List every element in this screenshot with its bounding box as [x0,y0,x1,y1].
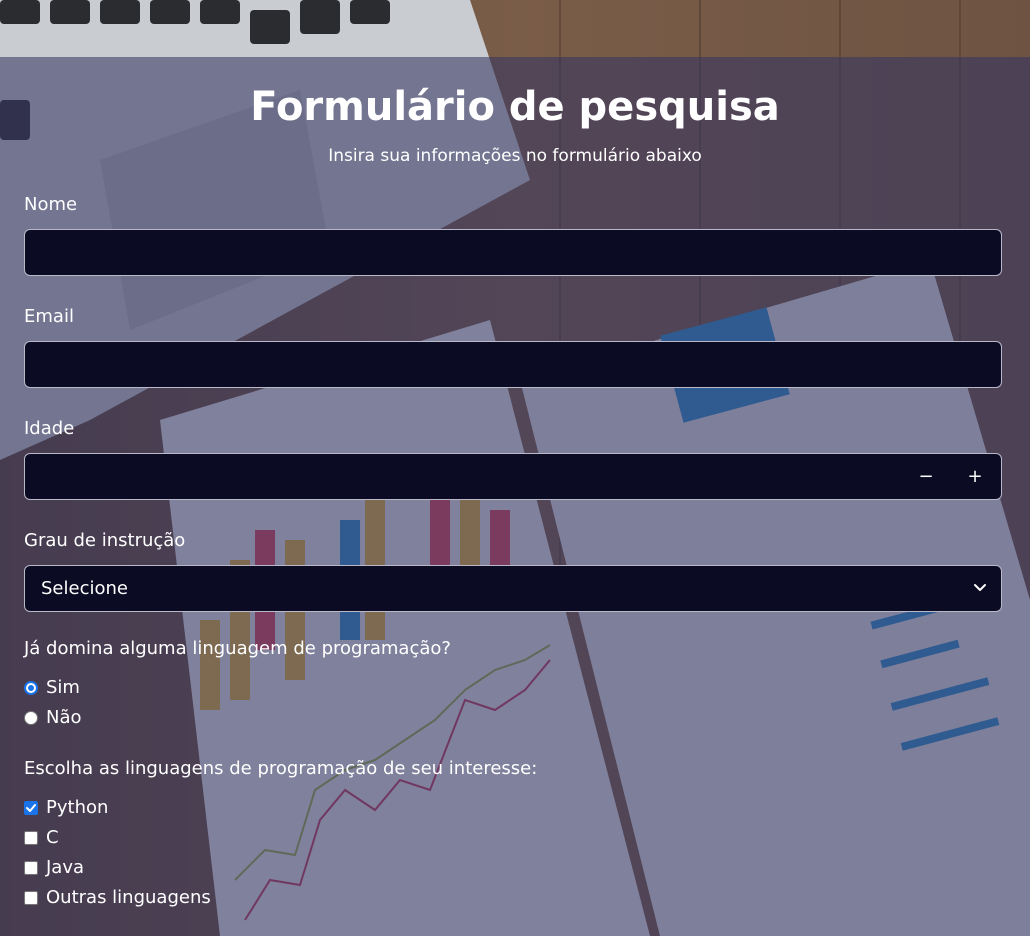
checkbox-python[interactable] [24,801,38,815]
survey-form: Formulário de pesquisa Insira sua inform… [0,57,1030,936]
checkbox-option-c[interactable]: C [24,826,59,850]
name-label: Nome [24,194,78,215]
name-input[interactable] [24,229,1002,276]
radio-nao-label: Não [46,707,82,728]
radio-option-sim[interactable]: Sim [24,676,80,700]
checkbox-python-label: Python [46,797,109,818]
page-subtitle: Insira sua informações no formulário aba… [328,146,702,166]
programming-question: Já domina alguma linguagem de programaçã… [24,638,451,659]
checkbox-option-python[interactable]: Python [24,796,108,820]
languages-question: Escolha as linguagens de programação de … [24,758,538,779]
checkmark-icon [26,804,36,812]
radio-option-nao[interactable]: Não [24,706,82,730]
checkbox-c[interactable] [24,831,38,845]
checkbox-java-label: Java [46,857,85,878]
email-input[interactable] [24,341,1002,388]
age-input[interactable]: − + [24,453,1002,500]
email-label: Email [24,306,74,327]
checkbox-java[interactable] [24,861,38,875]
page-title: Formulário de pesquisa [250,84,780,130]
age-label: Idade [24,418,75,439]
radio-sim-label: Sim [46,677,80,698]
education-select[interactable]: Selecione [24,565,1002,612]
radio-nao[interactable] [24,711,38,725]
age-decrement-button[interactable]: − [914,465,938,489]
checkbox-outras[interactable] [24,891,38,905]
chevron-down-icon [974,584,986,591]
education-selected-value: Selecione [41,578,128,599]
education-label: Grau de instrução [24,530,186,551]
checkbox-option-outras[interactable]: Outras linguagens [24,886,211,910]
checkbox-c-label: C [46,827,59,848]
radio-sim[interactable] [24,681,38,695]
checkbox-option-java[interactable]: Java [24,856,84,880]
age-increment-button[interactable]: + [963,465,987,489]
checkbox-outras-label: Outras linguagens [46,887,211,908]
